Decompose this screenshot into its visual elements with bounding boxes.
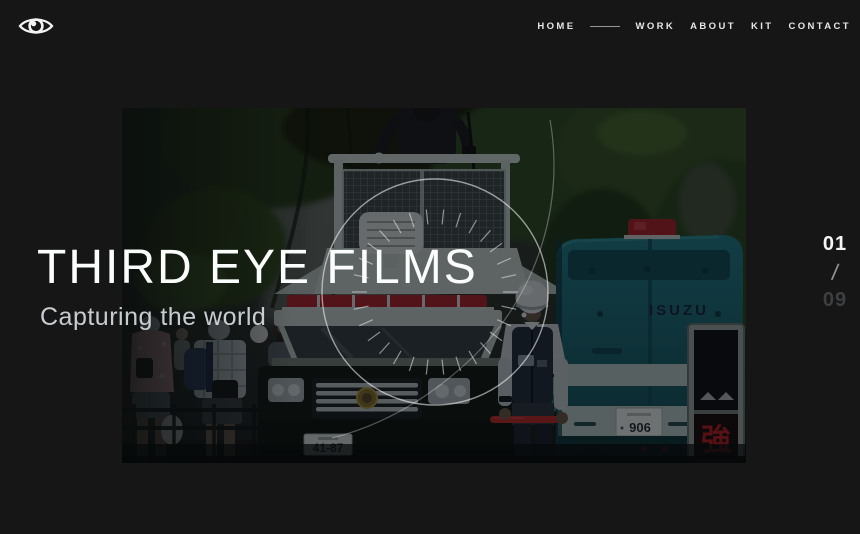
nav-kit[interactable]: KIT <box>751 21 774 32</box>
landing-page: HOME WORK ABOUT KIT CONTACT <box>0 0 860 534</box>
pagination-total: 09 <box>823 289 847 311</box>
nav-home[interactable]: HOME <box>537 21 575 32</box>
pagination-separator: / <box>830 260 840 285</box>
main-nav: HOME WORK ABOUT KIT CONTACT <box>537 21 851 32</box>
active-nav-indicator <box>590 26 620 27</box>
header: HOME WORK ABOUT KIT CONTACT <box>0 0 860 46</box>
eye-logo-icon <box>18 13 54 39</box>
nav-about[interactable]: ABOUT <box>690 21 736 32</box>
hero-subtitle: Capturing the world <box>40 304 266 330</box>
logo-link[interactable] <box>18 13 54 39</box>
hero-title: THIRD EYE FILMS <box>37 244 478 292</box>
photo-bottom-edge <box>122 456 746 463</box>
nav-work[interactable]: WORK <box>635 21 675 32</box>
slide-pagination: 01 / 09 <box>816 233 854 311</box>
nav-contact[interactable]: CONTACT <box>788 21 851 32</box>
pagination-current: 01 <box>823 233 847 255</box>
